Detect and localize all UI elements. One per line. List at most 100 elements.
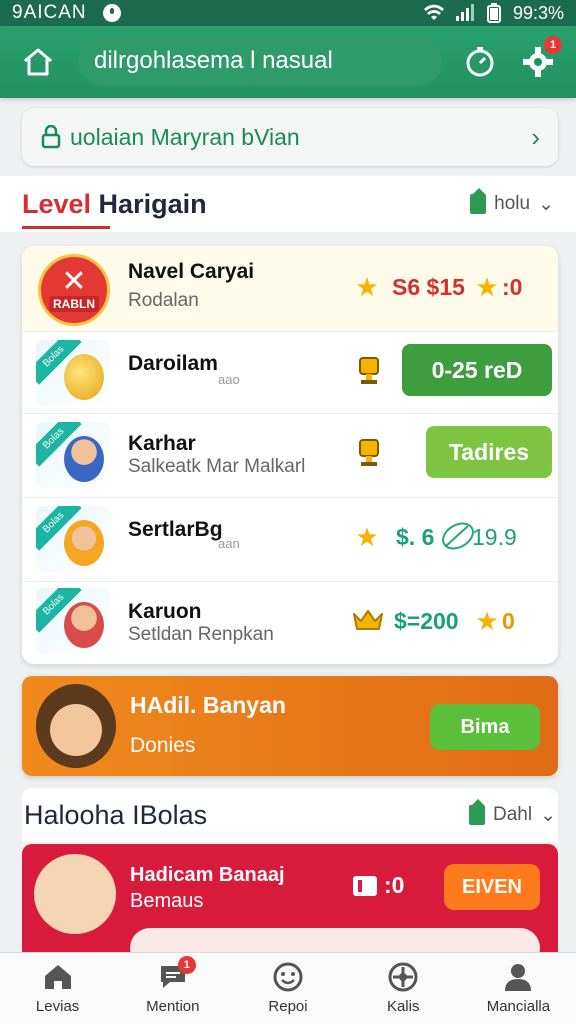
- row-name: Daroilam: [128, 352, 218, 375]
- ranking-row[interactable]: Bolas SertlarBg aan ★ $. 6 19.9: [22, 498, 558, 582]
- reward-title: Hadicam Banaaj: [130, 864, 285, 886]
- row-sub: Setldan Renpkan: [128, 624, 274, 645]
- crown-icon: [353, 610, 383, 630]
- kid-avatar-icon: [64, 436, 104, 482]
- battery-icon: [486, 3, 501, 23]
- wifi-icon: [423, 4, 444, 20]
- row-sub: Rodalan: [128, 290, 199, 311]
- nav-label: Kalis: [386, 998, 420, 1015]
- timer-icon: [466, 47, 494, 77]
- promo-subtitle: Donies: [130, 734, 196, 757]
- close-icon: ✕: [61, 265, 87, 298]
- section-header-level: Level Harigain holu ⌄: [0, 176, 576, 232]
- sort-icon: [469, 805, 485, 825]
- task-button[interactable]: Tadires: [426, 426, 552, 478]
- chevron-down-icon: ⌄: [538, 193, 554, 215]
- nav-item-levias[interactable]: Levias: [0, 953, 115, 1024]
- settings-button[interactable]: 1: [518, 36, 562, 82]
- row-value-secondary: 0: [502, 608, 515, 634]
- sort-label: holu: [494, 193, 531, 214]
- nav-label: Levias: [35, 998, 80, 1015]
- row-value: $. 6: [396, 524, 435, 550]
- notification-badge: 1: [544, 36, 562, 54]
- search-text: dilrgohlasema l nasual: [94, 47, 333, 74]
- sort-dropdown[interactable]: Dahl ⌄: [469, 804, 556, 827]
- nav-badge: 1: [177, 956, 196, 974]
- lock-icon: [41, 125, 61, 149]
- row-name: Navel Caryai: [128, 260, 255, 283]
- kid-avatar-icon: [64, 602, 104, 648]
- row-value-secondary: 19.9: [472, 524, 517, 550]
- clock-icon: [102, 4, 121, 22]
- row-value: $=200: [394, 608, 459, 634]
- ticket-icon: [353, 875, 377, 896]
- ranking-row[interactable]: Bolas Daroilam aao 0-25 reD: [22, 332, 558, 414]
- nav-item-mention[interactable]: 1 Mention: [115, 953, 230, 1024]
- row-thumbnail: Bolas: [36, 422, 110, 488]
- notice-text: uolaian Maryran bVian: [70, 123, 300, 150]
- button-label: Tadires: [448, 438, 530, 465]
- home-button[interactable]: [16, 40, 60, 84]
- row-value: S6 $15: [392, 274, 465, 300]
- row-thumbnail: Bolas: [36, 506, 110, 572]
- chevron-right-icon: ›: [531, 121, 540, 152]
- bottom-nav: Levias 1 Mention Repoi Kalis Mancialla: [0, 952, 576, 1024]
- row-thumbnail: Bolas: [36, 588, 110, 654]
- trophy-icon: [359, 357, 379, 384]
- ranking-row[interactable]: ✕ RABLN Navel Caryai Rodalan ★ S6 $15 ★ …: [22, 246, 558, 332]
- reward-button[interactable]: EIVEN: [444, 864, 540, 910]
- timer-button[interactable]: [460, 42, 500, 82]
- reward-subtitle: Bemaus: [130, 890, 204, 912]
- promo-title: HAdil. Banyan: [130, 692, 286, 718]
- button-label: EIVEN: [461, 875, 523, 898]
- avatar: ✕ RABLN: [38, 254, 110, 326]
- row-name: SertlarBg: [128, 518, 223, 541]
- sort-label: Dahl: [493, 804, 533, 825]
- reward-card[interactable]: Hadicam Banaaj Bemaus :0 EIVEN: [22, 844, 558, 954]
- ranking-row[interactable]: Bolas Karuon Setldan Renpkan $=200 ★ 0: [22, 582, 558, 664]
- chat-icon: 1: [158, 956, 196, 992]
- nav-item-kalis[interactable]: Kalis: [346, 953, 461, 1024]
- person-icon: [503, 962, 533, 992]
- row-sub: aan: [218, 536, 240, 551]
- ranking-row[interactable]: Bolas Karhar Salkeatk Mar Malkarl Tadire…: [22, 414, 558, 498]
- carrier-label: 9AICAN: [12, 2, 87, 23]
- row-sub: Salkeatk Mar Malkarl: [128, 456, 306, 477]
- sort-dropdown[interactable]: holu ⌄: [470, 193, 554, 216]
- button-label: Bima: [460, 715, 510, 738]
- compass-icon: [388, 962, 418, 992]
- section-header-bolas: Halooha IBolas Dahl ⌄: [22, 788, 558, 842]
- row-value-secondary: :0: [502, 274, 523, 300]
- coins-icon: [64, 354, 104, 400]
- star-icon: ★: [355, 522, 379, 552]
- nav-label: Repoi: [268, 998, 308, 1015]
- signal-icon: [455, 4, 474, 21]
- status-bar: 9AICAN 99:3%: [0, 0, 576, 26]
- trophy-icon: [359, 439, 379, 466]
- reward-value: :0: [352, 872, 404, 899]
- row-name: Karuon: [128, 600, 202, 623]
- app-header: dilrgohlasema l nasual 1: [0, 26, 576, 98]
- notice-bar[interactable]: uolaian Maryran bVian ›: [22, 108, 558, 166]
- claim-button[interactable]: 0-25 reD: [402, 344, 552, 396]
- search-bar[interactable]: dilrgohlasema l nasual: [78, 36, 442, 86]
- row-thumbnail: Bolas: [36, 340, 110, 406]
- nav-item-repoi[interactable]: Repoi: [230, 953, 345, 1024]
- star-icon: ★: [475, 272, 499, 302]
- reward-value-text: :0: [384, 872, 405, 898]
- nav-label: Mancialla: [486, 998, 551, 1015]
- reward-avatar: [34, 854, 116, 934]
- row-sub: aao: [218, 372, 240, 387]
- reward-strip: [130, 928, 540, 954]
- button-label: 0-25 reD: [431, 356, 523, 383]
- star-icon: ★: [475, 606, 499, 636]
- chevron-down-icon: ⌄: [540, 804, 556, 826]
- section-underline: [22, 226, 110, 229]
- section-title: Halooha IBolas: [24, 799, 208, 830]
- star-icon: ★: [355, 272, 379, 302]
- promo-banner[interactable]: HAdil. Banyan Donies Bima: [22, 676, 558, 776]
- ranking-list: ✕ RABLN Navel Caryai Rodalan ★ S6 $15 ★ …: [22, 246, 558, 664]
- smile-icon: [273, 962, 303, 992]
- nav-item-mancialla[interactable]: Mancialla: [461, 953, 576, 1024]
- promo-button[interactable]: Bima: [430, 704, 540, 750]
